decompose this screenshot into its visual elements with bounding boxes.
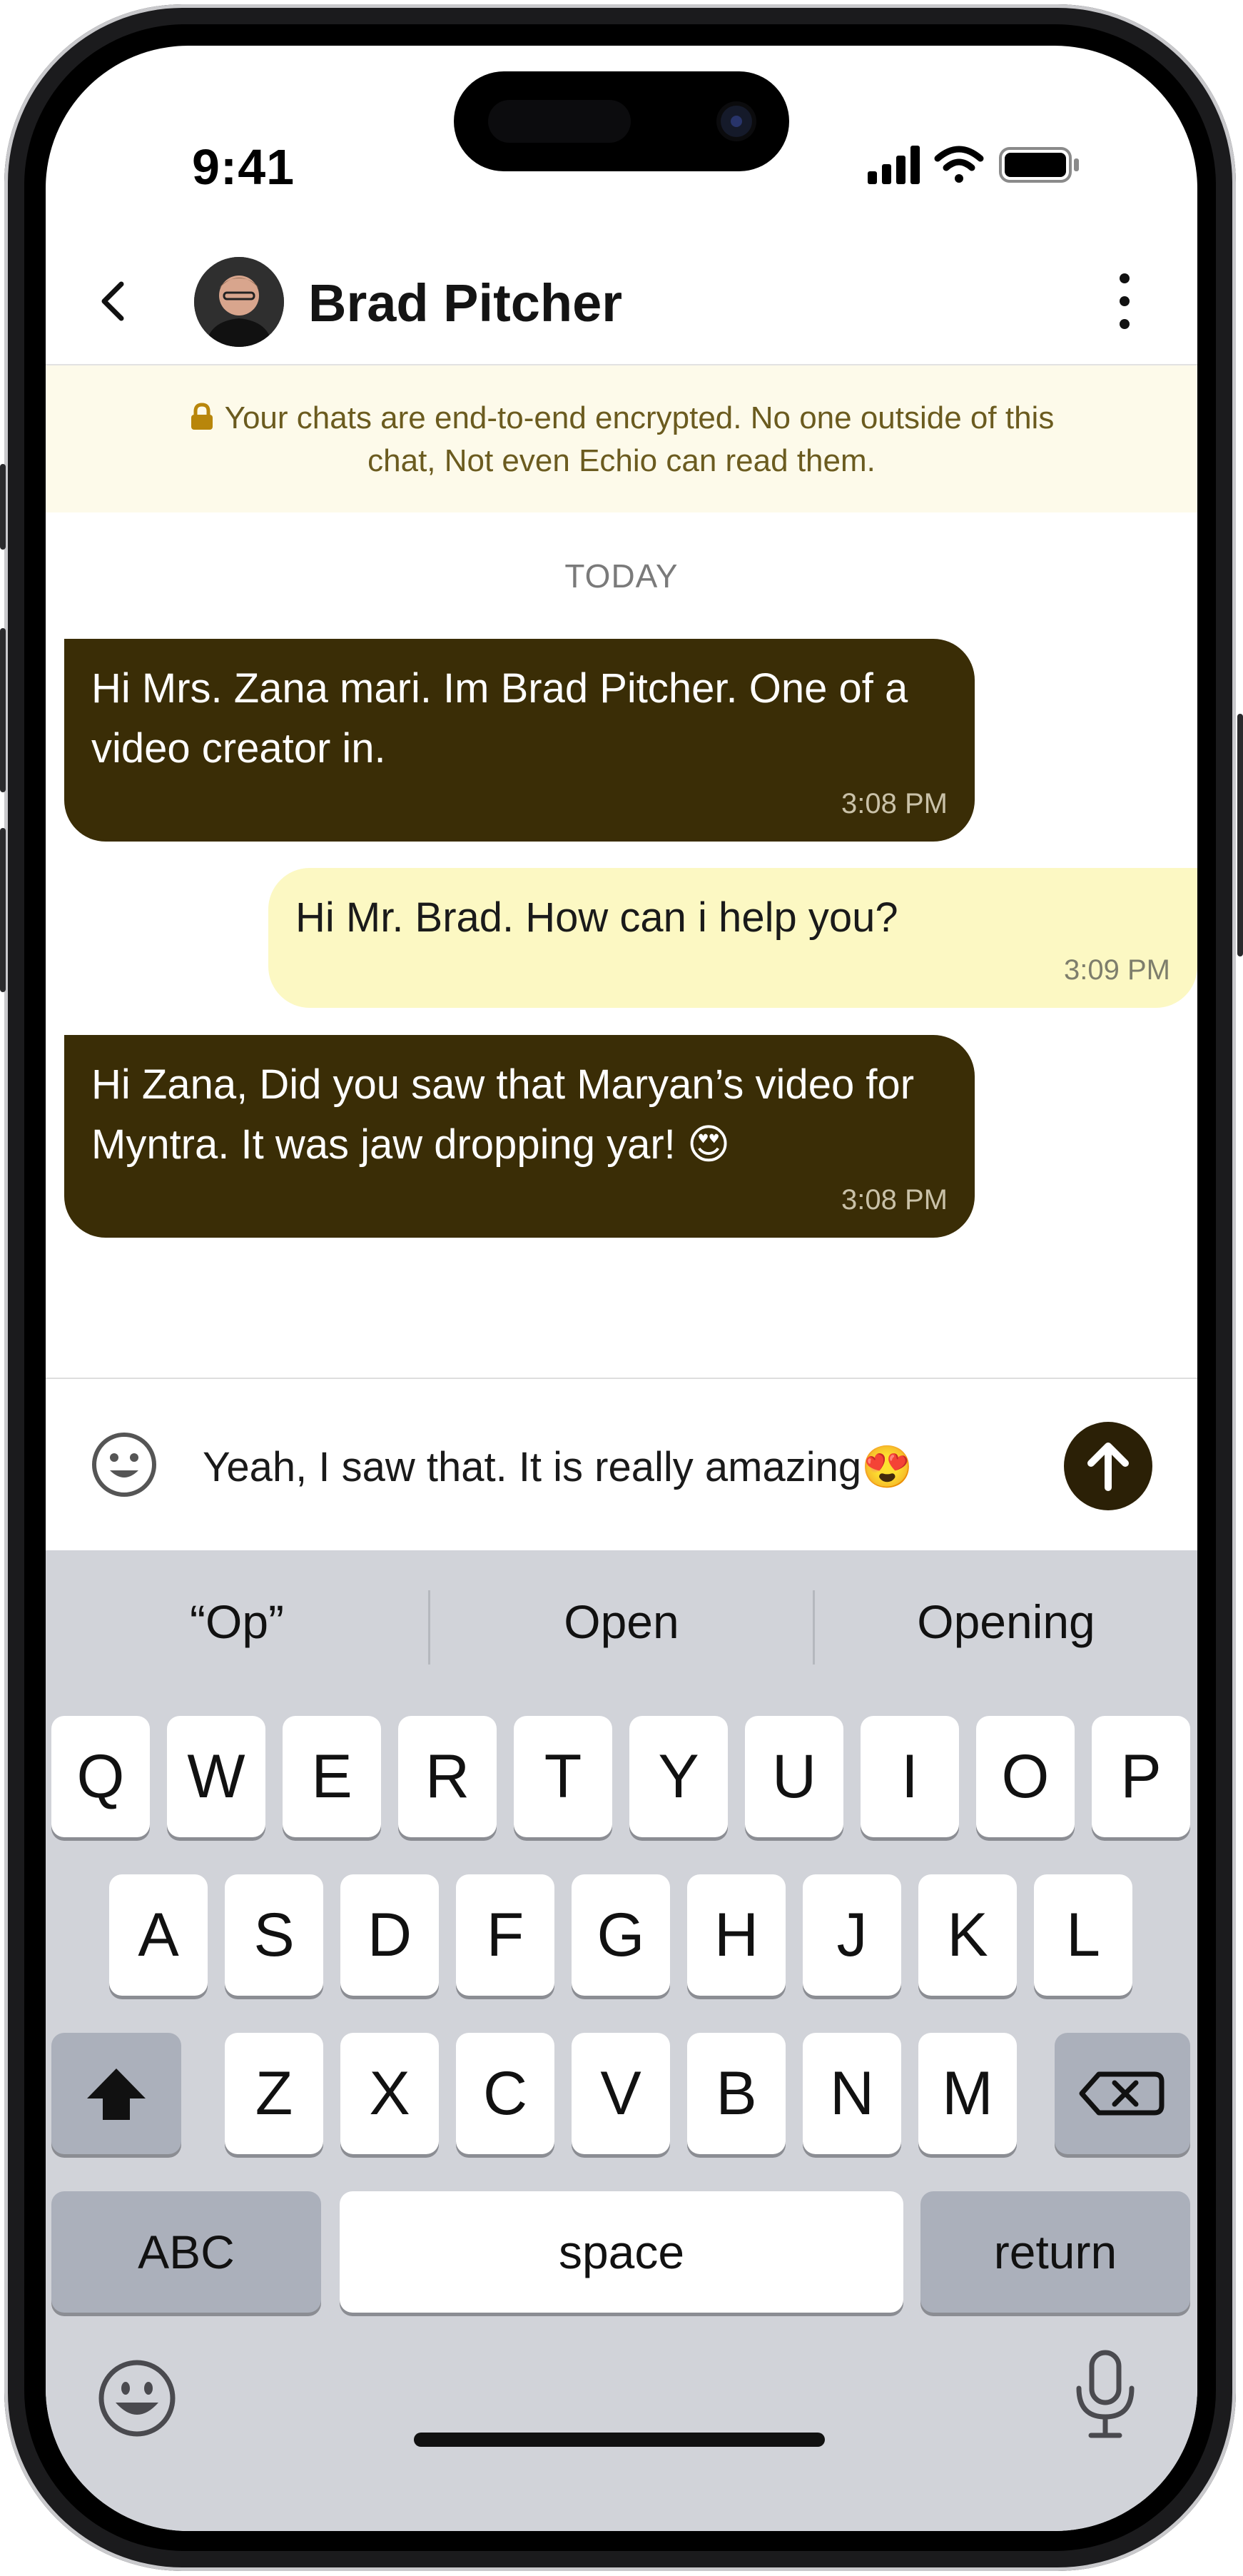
volume-up-button <box>0 628 6 792</box>
message-text: Hi Zana, Did you saw that Maryan’s video… <box>91 1061 915 1168</box>
front-camera <box>721 106 752 137</box>
key-w[interactable]: W <box>167 1716 265 1837</box>
key-v[interactable]: V <box>572 2033 670 2154</box>
key-z[interactable]: Z <box>225 2033 323 2154</box>
shift-key[interactable] <box>51 2033 181 2154</box>
dynamic-island <box>454 71 789 171</box>
wifi-icon <box>934 146 984 183</box>
contact-name[interactable]: Brad Pitcher <box>308 273 622 333</box>
screen: 9:41 Brad Pitcher Your chats are end-to-… <box>46 46 1197 2531</box>
shift-icon <box>87 2069 146 2120</box>
chat-header: Brad Pitcher <box>46 238 1197 365</box>
emoji-keyboard-icon[interactable] <box>96 2357 178 2440</box>
status-icons <box>868 146 1079 184</box>
send-button[interactable] <box>1064 1422 1152 1510</box>
key-q[interactable]: Q <box>51 1716 150 1837</box>
chevron-left-icon[interactable] <box>88 276 140 327</box>
delete-key[interactable] <box>1055 2033 1190 2154</box>
key-a[interactable]: A <box>109 1874 208 1996</box>
island-sensor <box>488 100 631 143</box>
backspace-icon <box>1079 2071 1165 2116</box>
message-text: Hi Mrs. Zana mari. Im Brad Pitcher. One … <box>91 665 908 772</box>
message-composer <box>46 1378 1197 1550</box>
key-y[interactable]: Y <box>629 1716 728 1837</box>
smiley-icon[interactable] <box>88 1429 160 1500</box>
abc-key[interactable]: ABC <box>51 2191 321 2313</box>
key-n[interactable]: N <box>803 2033 901 2154</box>
status-time: 9:41 <box>192 139 295 195</box>
encryption-text: Your chats are end-to-end encrypted. No … <box>224 400 1055 478</box>
key-k[interactable]: K <box>918 1874 1017 1996</box>
key-b[interactable]: B <box>687 2033 786 2154</box>
key-o[interactable]: O <box>976 1716 1075 1837</box>
key-h[interactable]: H <box>687 1874 786 1996</box>
more-vertical-icon[interactable] <box>1109 267 1140 335</box>
key-e[interactable]: E <box>283 1716 381 1837</box>
microphone-icon[interactable] <box>1066 2348 1145 2441</box>
key-l[interactable]: L <box>1034 1874 1132 1996</box>
space-key[interactable]: space <box>340 2191 903 2313</box>
message-bubble-incoming[interactable]: Hi Mrs. Zana mari. Im Brad Pitcher. One … <box>64 639 975 842</box>
key-g[interactable]: G <box>572 1874 670 1996</box>
message-input[interactable] <box>203 1433 1002 1502</box>
key-u[interactable]: U <box>745 1716 843 1837</box>
key-c[interactable]: C <box>456 2033 554 2154</box>
volume-down-button <box>0 828 6 992</box>
encryption-notice: Your chats are end-to-end encrypted. No … <box>153 397 1090 483</box>
encryption-banner: Your chats are end-to-end encrypted. No … <box>46 365 1197 512</box>
arrow-up-icon <box>1087 1443 1129 1491</box>
key-s[interactable]: S <box>225 1874 323 1996</box>
key-d[interactable]: D <box>340 1874 439 1996</box>
key-r[interactable]: R <box>398 1716 497 1837</box>
key-m[interactable]: M <box>918 2033 1017 2154</box>
key-i[interactable]: I <box>861 1716 959 1837</box>
key-p[interactable]: P <box>1092 1716 1190 1837</box>
suggestion-2[interactable]: Open <box>430 1586 813 1657</box>
action-button <box>0 464 6 550</box>
keyboard: “Op” Open Opening Q W E R T Y U I O P A … <box>46 1550 1197 2531</box>
key-t[interactable]: T <box>514 1716 612 1837</box>
cellular-signal-icon <box>868 146 920 184</box>
avatar[interactable] <box>194 257 284 347</box>
message-time: 3:09 PM <box>1064 954 1170 986</box>
message-time: 3:08 PM <box>841 788 948 819</box>
date-separator: TODAY <box>564 557 679 595</box>
home-indicator[interactable] <box>414 2433 825 2447</box>
message-bubble-outgoing[interactable]: Hi Mr. Brad. How can i help you? 3:09 PM <box>268 868 1197 1008</box>
suggestion-1[interactable]: “Op” <box>46 1586 428 1657</box>
message-time: 3:08 PM <box>841 1184 948 1216</box>
message-bubble-incoming[interactable]: Hi Zana, Did you saw that Maryan’s video… <box>64 1035 975 1238</box>
return-key[interactable]: return <box>920 2191 1190 2313</box>
message-text: Hi Mr. Brad. How can i help you? <box>295 894 898 941</box>
power-button <box>1237 714 1243 956</box>
key-x[interactable]: X <box>340 2033 439 2154</box>
key-f[interactable]: F <box>456 1874 554 1996</box>
lock-icon <box>191 403 213 430</box>
key-j[interactable]: J <box>803 1874 901 1996</box>
battery-icon <box>999 147 1079 183</box>
suggestion-3[interactable]: Opening <box>815 1586 1197 1657</box>
